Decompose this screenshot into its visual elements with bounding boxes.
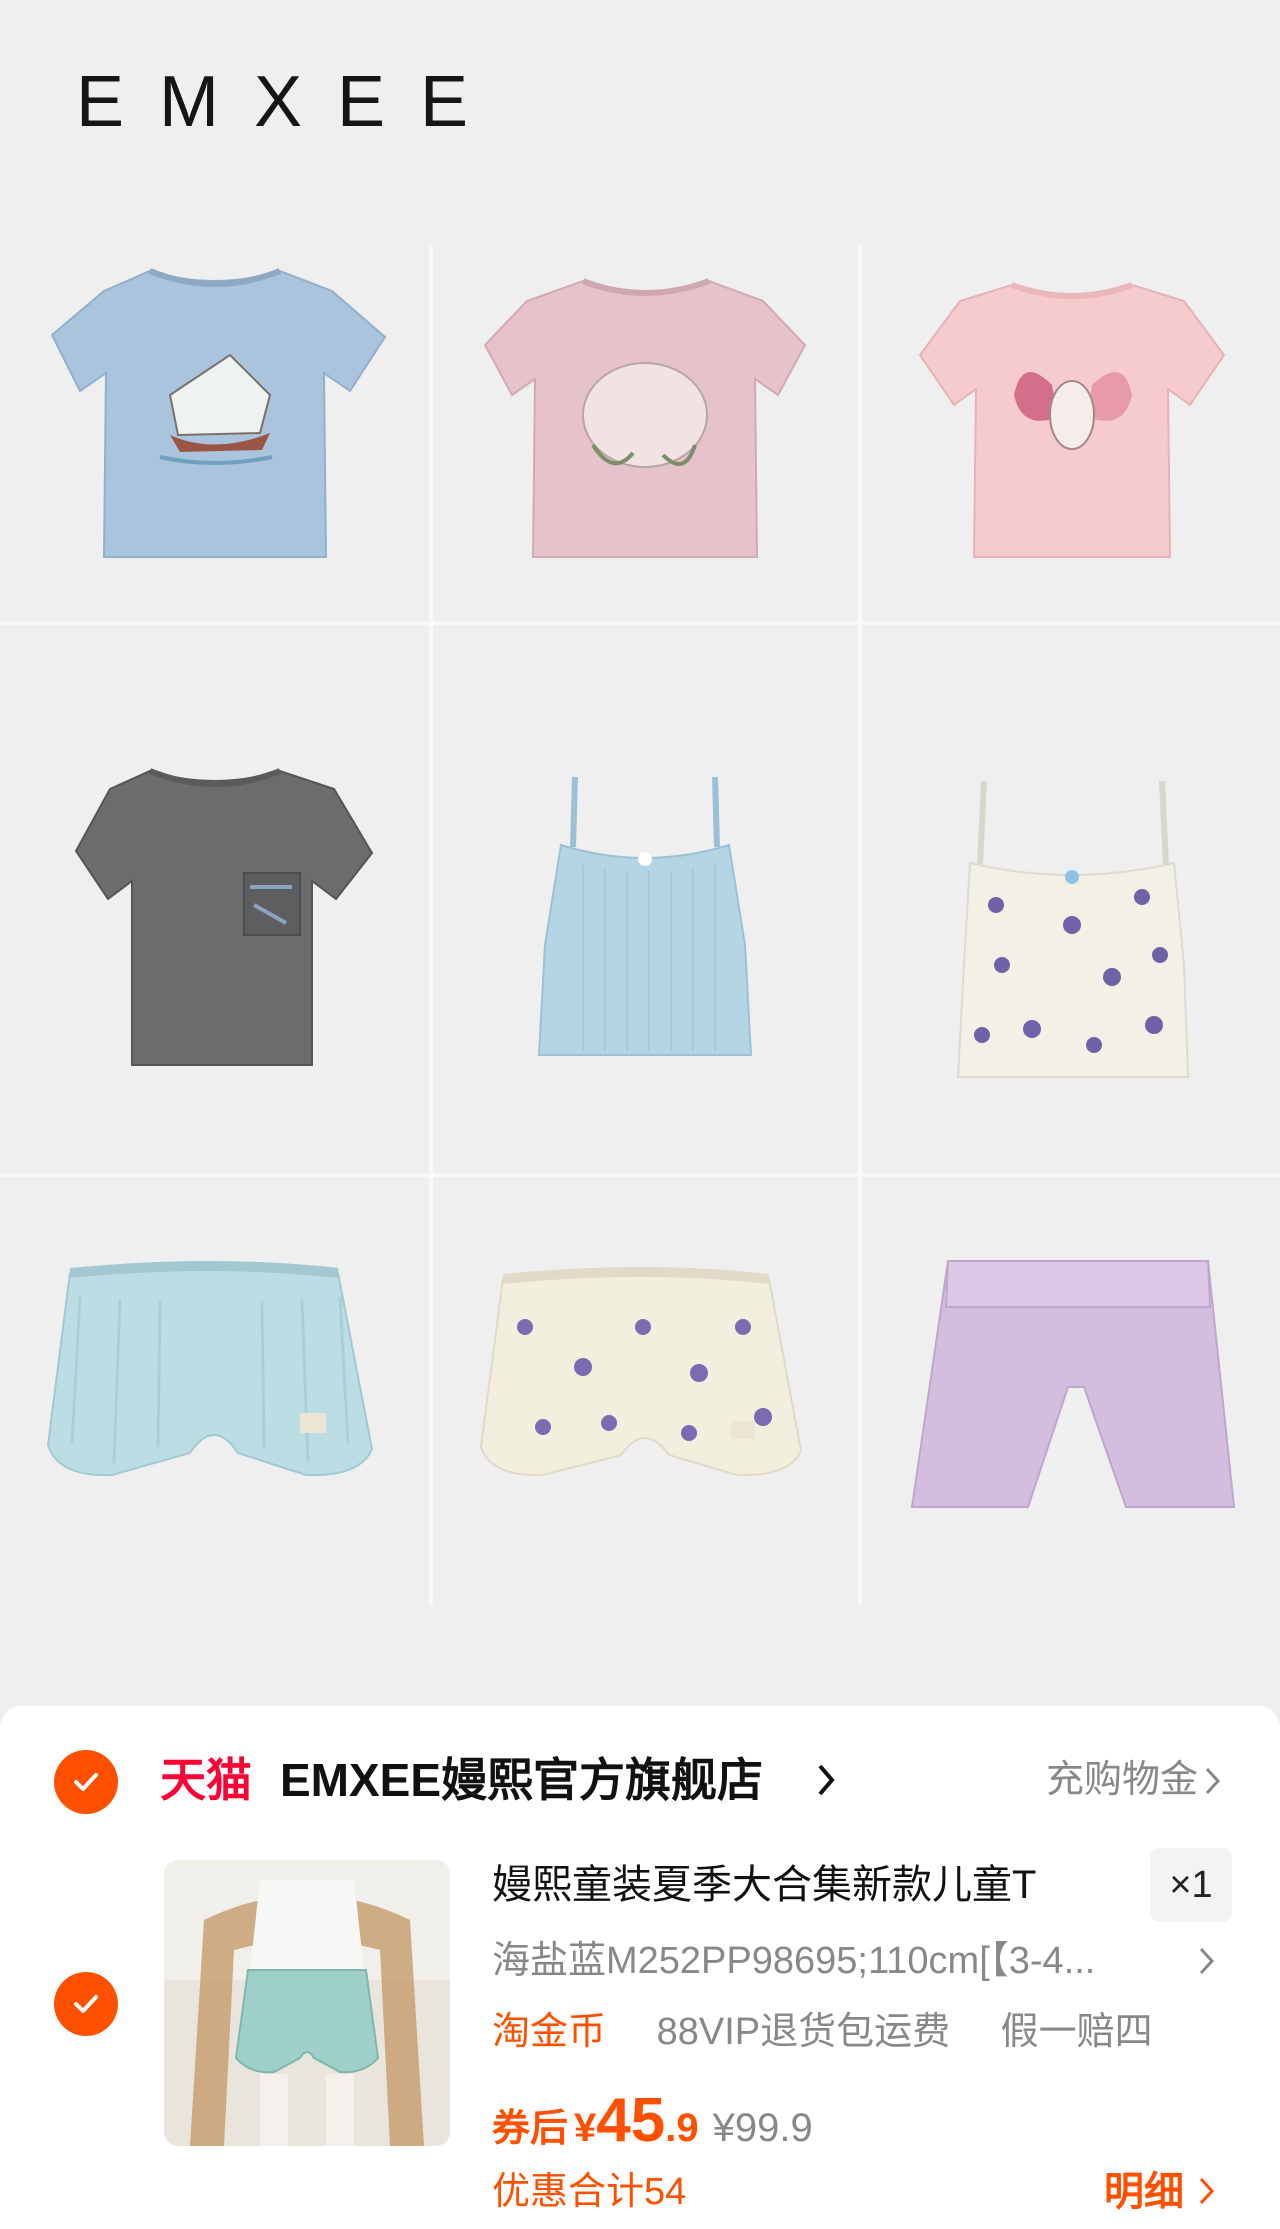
product-tile[interactable] [433, 245, 858, 621]
price-integer: 45 [596, 2086, 666, 2155]
checkmark-icon [74, 1773, 98, 1791]
currency-symbol: ¥ [574, 2106, 597, 2150]
product-thumbnail[interactable] [164, 1860, 450, 2146]
tag-taojinbi: 淘金币 [492, 2011, 607, 2053]
blueberry-bloomer-shorts-image [479, 1267, 803, 1477]
tag-fake-compensation: 假一赔四 [1000, 2011, 1153, 2053]
item-select-checkbox[interactable] [54, 1972, 118, 2036]
product-tile[interactable] [0, 625, 429, 1173]
service-tags: 淘金币 88VIP退货包运费 假一赔四 [492, 2004, 1153, 2060]
product-tile[interactable] [862, 625, 1280, 1173]
checkmark-icon [74, 1995, 98, 2013]
quantity-badge[interactable]: ×1 [1150, 1848, 1232, 1922]
price-row: 券后 ¥45.9 ¥99.9 [492, 2085, 813, 2155]
chevron-right-icon[interactable] [1198, 2176, 1216, 2206]
tmall-badge: 天猫 [160, 1754, 252, 1806]
blue-camisole-image [537, 776, 753, 1056]
rebate-link[interactable]: 充购物金 [1046, 1754, 1198, 1806]
price-decimal: .9 [665, 2106, 699, 2150]
tag-88vip: 88VIP退货包运费 [656, 2011, 951, 2053]
product-title[interactable]: 嫚熙童装夏季大合集新款儿童T [492, 1858, 1036, 1912]
product-grid [0, 245, 1280, 1605]
store-name-link[interactable]: EMXEE嫚熙官方旗舰店 [280, 1750, 763, 1810]
peach-butterfly-tee-image [918, 282, 1226, 558]
product-tile[interactable] [433, 625, 858, 1173]
product-tile[interactable] [862, 245, 1280, 621]
product-tile[interactable] [0, 1177, 429, 1605]
product-thumbnail-image [164, 1860, 450, 2146]
coupon-price-label: 券后 [492, 2108, 569, 2150]
chevron-right-icon[interactable] [1198, 1946, 1216, 1976]
blue-bloomer-shorts-image [46, 1261, 374, 1477]
pink-bunny-tee-image [483, 278, 807, 558]
chevron-right-icon[interactable] [816, 1762, 838, 1798]
brand-logo: EMXEE [76, 62, 504, 142]
promo-banner: EMXEE [0, 0, 1280, 1706]
discount-total: 优惠合计54 [492, 2171, 687, 2213]
gray-pocket-tee-image [74, 768, 374, 1066]
blue-ship-tee-image [50, 268, 387, 558]
product-tile[interactable] [433, 1177, 858, 1605]
product-tile[interactable] [0, 245, 429, 621]
store-select-checkbox[interactable] [54, 1750, 118, 1814]
chevron-right-icon[interactable] [1204, 1766, 1222, 1796]
lilac-bike-shorts-image [910, 1260, 1236, 1508]
product-tile[interactable] [862, 1177, 1280, 1605]
discount-detail-link[interactable]: 明细 [1104, 2164, 1184, 2220]
original-price: ¥99.9 [712, 2106, 813, 2150]
sku-selector[interactable]: 海盐蓝M252PP98695;110cm[【3-4... [492, 1935, 1095, 1987]
blueberry-camisole-image [956, 780, 1190, 1078]
